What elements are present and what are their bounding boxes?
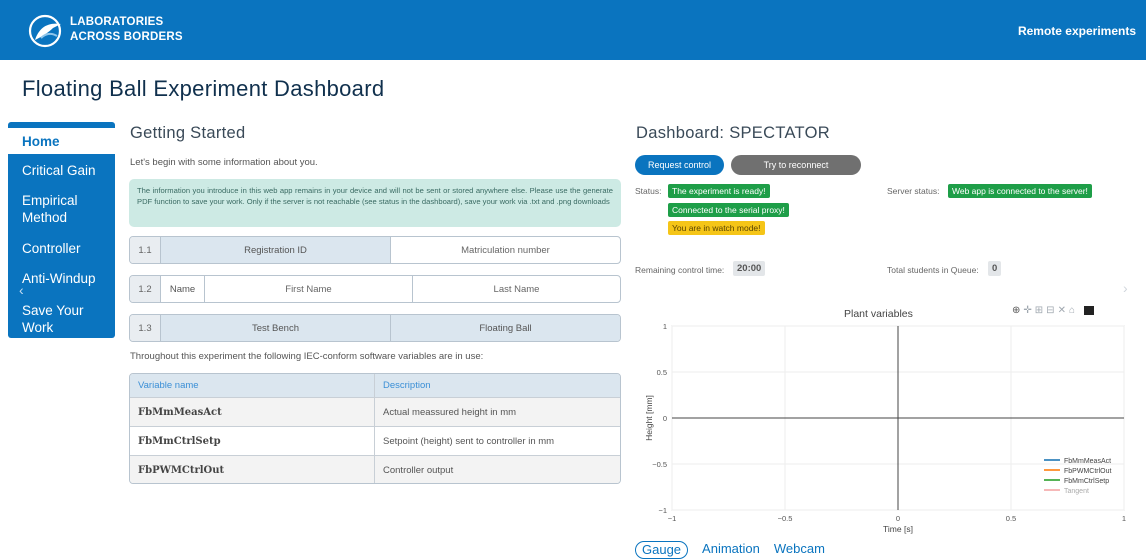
test-bench-label: Test Bench [161, 315, 391, 341]
variable-description: Controller output [383, 464, 454, 476]
chevron-right-icon[interactable]: › [1123, 280, 1128, 296]
name-label: Name [161, 276, 205, 302]
sidebar-item-anti-windup[interactable]: Anti-Windup [8, 270, 115, 287]
remaining-time-label: Remaining control time: [635, 265, 725, 275]
tab-webcam[interactable]: Webcam [774, 541, 825, 559]
server-status-label: Server status: [887, 186, 940, 196]
row-number: 1.3 [130, 315, 161, 341]
info-box: The information you introduce in this we… [129, 179, 621, 227]
top-navbar: LABORATORIES ACROSS BORDERS Remote exper… [0, 0, 1146, 60]
legend-label: FbMmCtrlSetp [1064, 478, 1109, 485]
sidebar-item-critical-gain[interactable]: Critical Gain [8, 162, 115, 179]
status-badge: Connected to the serial proxy! [668, 203, 789, 217]
variable-description: Actual meassured height in mm [383, 406, 517, 418]
first-name-input[interactable]: First Name [205, 276, 413, 302]
plotly-logo-icon [1083, 305, 1094, 315]
name-row: 1.2 Name First Name Last Name [129, 275, 621, 303]
x-tick-label: −1 [668, 514, 677, 523]
column-header: Variable name [130, 374, 375, 397]
chevron-left-icon[interactable]: ‹ [19, 282, 24, 298]
y-tick-label: 0.5 [657, 368, 667, 377]
x-tick-label: 0 [896, 514, 900, 523]
reconnect-button[interactable]: Try to reconnect [731, 155, 861, 175]
sidebar-item-controller[interactable]: Controller [8, 240, 115, 257]
x-tick-label: −0.5 [778, 514, 793, 523]
intro-text: Let's begin with some information about … [130, 157, 318, 168]
zoom-in-icon[interactable]: ⊞ [1035, 305, 1046, 316]
server-status-badge: Web app is connected to the server! [948, 184, 1092, 198]
row-number: 1.2 [130, 276, 161, 302]
request-control-button[interactable]: Request control [635, 155, 724, 175]
tab-gauge[interactable]: Gauge [635, 541, 689, 559]
autoscale-icon[interactable]: ✕ [1058, 305, 1069, 316]
pan-icon[interactable]: ✛ [1023, 305, 1034, 316]
y-axis-label: Height [mm] [644, 395, 654, 441]
variable-name: FbMmMeasAct [130, 398, 375, 426]
status-badge: You are in watch mode! [668, 221, 765, 235]
zoom-icon[interactable]: ⊕ [1012, 305, 1023, 316]
legend-label: FbPWMCtrlOut [1064, 468, 1112, 475]
y-tick-label: −0.5 [652, 460, 667, 469]
sidebar-item-save-your-work[interactable]: Save Your Work [8, 302, 98, 336]
remote-experiments-link[interactable]: Remote experiments [1018, 24, 1136, 38]
table-header-row: Variable name Description [130, 374, 620, 398]
chart-modebar[interactable]: ⊕✛⊞⊟✕⌂ [1012, 305, 1094, 316]
test-bench-row: 1.3 Test Bench Floating Ball [129, 314, 621, 342]
plant-variables-chart[interactable]: −1 −0.5 0 0.5 1 1 0.5 0 −0.5 −1 Time [s] Height [mm… [636, 318, 1136, 536]
remaining-time-value: 20:00 [733, 261, 766, 276]
legend-label: FbMmMeasAct [1064, 458, 1111, 465]
legend-label: Tangent [1064, 488, 1089, 495]
variable-name: FbMmCtrlSetp [130, 427, 375, 455]
table-row: FbMmCtrlSetp Setpoint (height) sent to c… [130, 427, 620, 456]
variable-name: FbPWMCtrlOut [130, 456, 375, 483]
logo-line2: ACROSS BORDERS [70, 31, 183, 43]
variable-description: Setpoint (height) sent to controller in … [383, 435, 555, 447]
y-tick-label: 1 [663, 322, 667, 331]
matriculation-input[interactable]: Matriculation number [391, 237, 620, 263]
test-bench-value[interactable]: Floating Ball [391, 315, 620, 341]
registration-label: Registration ID [161, 237, 391, 263]
table-row: FbMmMeasAct Actual meassured height in m… [130, 398, 620, 427]
status-badge: The experiment is ready! [668, 184, 770, 198]
x-axis-label: Time [s] [883, 524, 913, 534]
variables-table: Variable name Description FbMmMeasAct Ac… [129, 373, 621, 484]
sidebar-item-empirical-method[interactable]: Empirical Method [8, 192, 98, 226]
getting-started-title: Getting Started [130, 124, 246, 142]
sidebar-item-home[interactable]: Home [8, 128, 115, 154]
y-tick-label: 0 [663, 414, 667, 423]
home-icon[interactable]: ⌂ [1069, 305, 1078, 316]
table-row: FbPWMCtrlOut Controller output [130, 456, 620, 483]
x-tick-label: 1 [1122, 514, 1126, 523]
zoom-out-icon[interactable]: ⊟ [1046, 305, 1057, 316]
column-header: Description [383, 380, 431, 391]
y-tick-label: −1 [658, 506, 667, 515]
page-title: Floating Ball Experiment Dashboard [22, 76, 385, 101]
row-number: 1.1 [130, 237, 161, 263]
variables-intro: Throughout this experiment the following… [130, 351, 484, 362]
labs-logo-icon[interactable] [27, 14, 65, 48]
registration-row: 1.1 Registration ID Matriculation number [129, 236, 621, 264]
dashboard-title: Dashboard: SPECTATOR [636, 124, 830, 142]
view-tabs: Gauge Animation Webcam [635, 541, 825, 559]
logo-text[interactable]: LABORATORIES ACROSS BORDERS [70, 15, 183, 45]
logo-line1: LABORATORIES [70, 16, 164, 28]
sidebar: Home Critical Gain Empirical Method Cont… [8, 122, 115, 338]
x-tick-label: 0.5 [1006, 514, 1016, 523]
queue-value: 0 [988, 261, 1002, 276]
queue-label: Total students in Queue: [887, 265, 979, 275]
last-name-input[interactable]: Last Name [413, 276, 620, 302]
status-label: Status: [635, 186, 662, 196]
tab-animation[interactable]: Animation [702, 541, 760, 559]
